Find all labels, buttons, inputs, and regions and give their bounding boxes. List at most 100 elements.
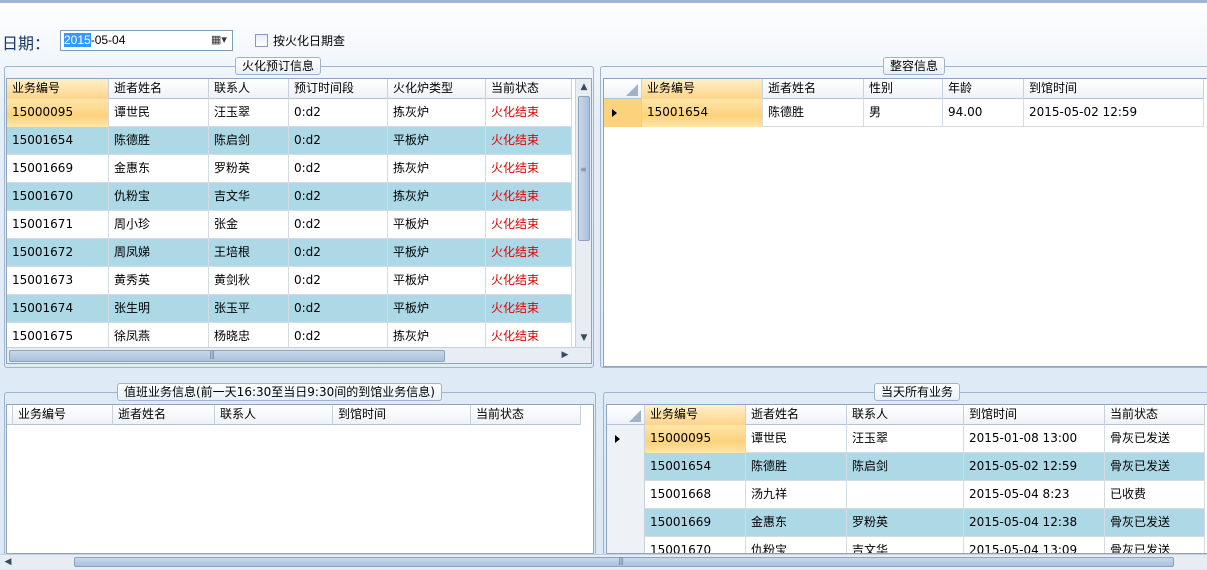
duty-group-title: 值班业务信息(前一天16:30至当日9:30间的到馆业务信息) [117, 383, 442, 401]
current-row-indicator-icon[interactable] [607, 425, 645, 453]
page-scroll-left-arrow-icon[interactable]: ◀ [0, 555, 16, 569]
makeup-group-title: 整容信息 [883, 57, 946, 75]
makeup-col-header[interactable]: 到馆时间 [1024, 79, 1204, 99]
cremation-col-header[interactable]: 业务编号 [7, 79, 109, 99]
cremation-cell: 火化结束 [486, 239, 572, 267]
today-cell: 2015-05-04 13:09 [964, 537, 1105, 553]
by-cremation-date-checkbox[interactable] [255, 34, 268, 47]
cremation-cell: 黄剑秋 [209, 267, 289, 295]
date-picker[interactable]: 2015-05-04 ▦▾ [60, 30, 233, 51]
cremation-hscrollbar[interactable]: ◀ ||| ▶ [7, 347, 591, 363]
cremation-col-header[interactable]: 火化炉类型 [388, 79, 486, 99]
by-cremation-date-option[interactable]: 按火化日期查 [255, 32, 345, 49]
makeup-grid-header: 业务编号 逝者姓名 性别 年龄 到馆时间 [604, 79, 1204, 99]
scroll-up-arrow-icon[interactable]: ▲ [576, 79, 591, 95]
cremation-cell: 平板炉 [388, 211, 486, 239]
today-grid[interactable]: 业务编号 逝者姓名 联系人 到馆时间 当前状态 15000095 谭世民 汪玉翠 2015-0… [606, 404, 1207, 554]
makeup-select-all-corner[interactable] [604, 79, 642, 99]
today-cell: 骨灰已发送 [1105, 537, 1205, 553]
cremation-row[interactable]: 15001672 周凤娣 王培根 0:d2 平板炉 火化结束 [7, 239, 572, 267]
cremation-row[interactable]: 15001654 陈德胜 陈启剑 0:d2 平板炉 火化结束 [7, 127, 572, 155]
cremation-cell: 火化结束 [486, 267, 572, 295]
makeup-col-header[interactable]: 逝者姓名 [763, 79, 864, 99]
cremation-cell: 15000095 [7, 99, 109, 127]
makeup-cell: 15001654 [642, 99, 763, 127]
cremation-cell: 0:d2 [289, 155, 388, 183]
cremation-row[interactable]: 15001669 金惠东 罗粉英 0:d2 拣灰炉 火化结束 [7, 155, 572, 183]
page-hscrollbar[interactable]: ◀ ||| [0, 554, 1207, 569]
cremation-cell: 汪玉翠 [209, 99, 289, 127]
today-row[interactable]: 15000095 谭世民 汪玉翠 2015-01-08 13:00 骨灰已发送 [607, 425, 1205, 453]
row-header[interactable] [607, 537, 645, 553]
today-grid-body: 15000095 谭世民 汪玉翠 2015-01-08 13:00 骨灰已发送 15001… [607, 425, 1205, 553]
cremation-hscroll-thumb[interactable] [9, 350, 445, 362]
today-row[interactable]: 15001654 陈德胜 陈启剑 2015-05-02 12:59 骨灰已发送 [607, 453, 1205, 481]
scroll-down-arrow-icon[interactable]: ▼ [576, 330, 591, 346]
today-cell: 已收费 [1105, 481, 1205, 509]
cremation-cell: 15001673 [7, 267, 109, 295]
cremation-cell: 金惠东 [109, 155, 209, 183]
cremation-col-header[interactable]: 联系人 [209, 79, 289, 99]
today-cell: 陈启剑 [847, 453, 964, 481]
today-cell: 罗粉英 [847, 509, 964, 537]
duty-col-header[interactable]: 业务编号 [13, 405, 113, 425]
row-header[interactable] [607, 509, 645, 537]
calendar-dropdown-icon[interactable]: ▦▾ [208, 33, 230, 48]
cremation-cell: 0:d2 [289, 99, 388, 127]
today-col-header[interactable]: 逝者姓名 [746, 405, 847, 425]
cremation-cell: 平板炉 [388, 295, 486, 323]
cremation-row[interactable]: 15001671 周小珍 张金 0:d2 平板炉 火化结束 [7, 211, 572, 239]
current-row-indicator-icon[interactable] [604, 99, 642, 127]
cremation-row[interactable]: 15000095 谭世民 汪玉翠 0:d2 拣灰炉 火化结束 [7, 99, 572, 127]
row-header[interactable] [607, 481, 645, 509]
today-col-header[interactable]: 联系人 [847, 405, 964, 425]
today-col-header[interactable]: 业务编号 [645, 405, 746, 425]
duty-col-header[interactable]: 当前状态 [471, 405, 581, 425]
today-row[interactable]: 15001668 汤九祥 2015-05-04 8:23 已收费 [607, 481, 1205, 509]
cremation-col-header[interactable]: 预订时间段 [289, 79, 388, 99]
today-cell: 汪玉翠 [847, 425, 964, 453]
cremation-grid[interactable]: 业务编号 逝者姓名 联系人 预订时间段 火化炉类型 当前状态 15000095 谭世民 汪玉翠… [6, 78, 592, 364]
today-col-header[interactable]: 当前状态 [1105, 405, 1205, 425]
makeup-col-header[interactable]: 性别 [864, 79, 943, 99]
cremation-cell: 火化结束 [486, 99, 572, 127]
today-select-all-corner[interactable] [607, 405, 645, 425]
today-col-header[interactable]: 到馆时间 [964, 405, 1105, 425]
duty-col-header[interactable]: 到馆时间 [333, 405, 471, 425]
cremation-col-header[interactable]: 当前状态 [486, 79, 572, 99]
makeup-row[interactable]: 15001654 陈德胜男 94.00 2015-05-02 12:59 [604, 99, 1204, 127]
cremation-grid-header: 业务编号 逝者姓名 联系人 预订时间段 火化炉类型 当前状态 [7, 79, 572, 99]
cremation-cell: 张生明 [109, 295, 209, 323]
cremation-cell: 周凤娣 [109, 239, 209, 267]
cremation-row[interactable]: 15001673 黄秀英 黄剑秋 0:d2 平板炉 火化结束 [7, 267, 572, 295]
scroll-right-arrow-icon[interactable]: ▶ [557, 348, 573, 362]
makeup-col-header[interactable]: 年龄 [943, 79, 1024, 99]
cremation-cell: 0:d2 [289, 211, 388, 239]
page-hscroll-thumb[interactable] [74, 557, 1174, 567]
duty-grid[interactable]: 业务编号 逝者姓名 联系人 到馆时间 当前状态 [6, 404, 594, 554]
duty-col-header[interactable]: 联系人 [215, 405, 333, 425]
today-cell: 15000095 [645, 425, 746, 453]
cremation-vscrollbar[interactable]: ▲ ≡ ▼ [575, 79, 591, 347]
by-cremation-date-label: 按火化日期查 [273, 34, 346, 48]
makeup-col-header[interactable]: 业务编号 [642, 79, 763, 99]
cremation-cell: 吉文华 [209, 183, 289, 211]
today-cell: 谭世民 [746, 425, 847, 453]
cremation-row[interactable]: 15001674 张生明 张玉平 0:d2 平板炉 火化结束 [7, 295, 572, 323]
cremation-cell: 15001671 [7, 211, 109, 239]
cremation-cell: 0:d2 [289, 267, 388, 295]
today-cell: 15001654 [645, 453, 746, 481]
cremation-cell: 0:d2 [289, 183, 388, 211]
row-header[interactable] [607, 453, 645, 481]
cremation-cell: 15001654 [7, 127, 109, 155]
cremation-row[interactable]: 15001670 仇粉宝 吉文华 0:d2 拣灰炉 火化结束 [7, 183, 572, 211]
today-row[interactable]: 15001670 仇粉宝 吉文华 2015-05-04 13:09 骨灰已发送 [607, 537, 1205, 553]
today-cell: 2015-05-04 8:23 [964, 481, 1105, 509]
today-group-title: 当天所有业务 [874, 383, 961, 401]
cremation-col-header[interactable]: 逝者姓名 [109, 79, 209, 99]
makeup-grid[interactable]: 业务编号 逝者姓名 性别 年龄 到馆时间 15001654 陈德胜男 94.00 2015-0… [603, 78, 1207, 367]
duty-col-header[interactable]: 逝者姓名 [113, 405, 215, 425]
today-row[interactable]: 15001669 金惠东 罗粉英 2015-05-04 12:38 骨灰已发送 [607, 509, 1205, 537]
today-cell: 汤九祥 [746, 481, 847, 509]
cremation-cell: 张玉平 [209, 295, 289, 323]
